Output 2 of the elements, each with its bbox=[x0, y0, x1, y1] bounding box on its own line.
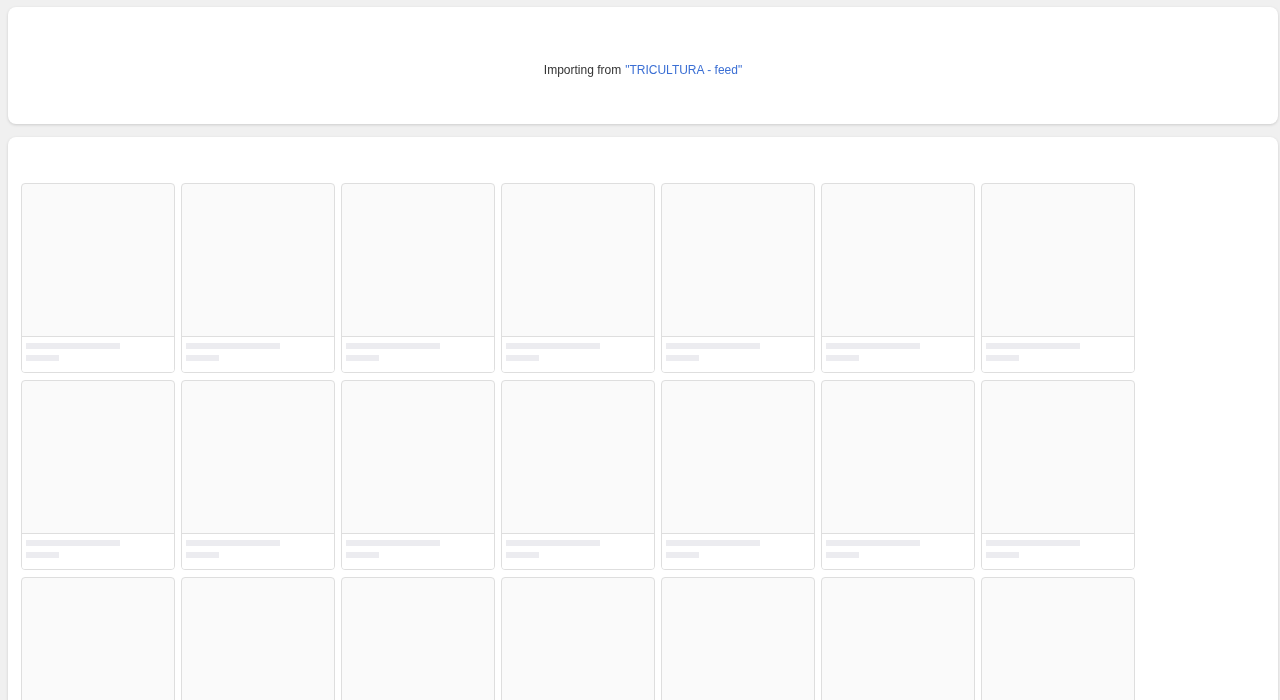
source-name: "TRICULTURA - feed" bbox=[625, 62, 743, 77]
import-status-text: Importing from bbox=[543, 62, 622, 77]
